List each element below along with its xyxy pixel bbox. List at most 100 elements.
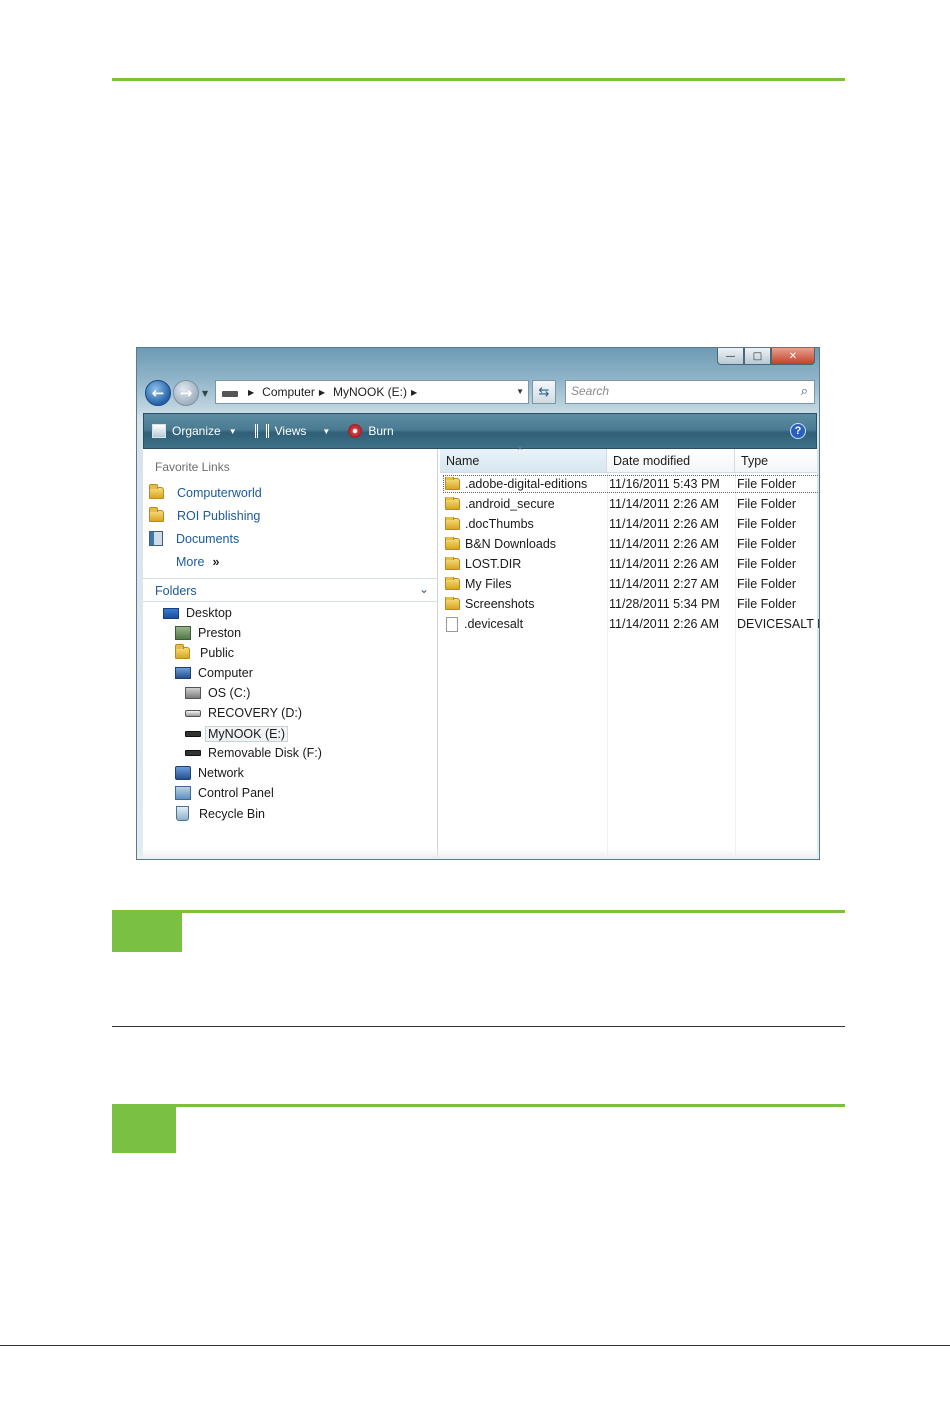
computer-icon xyxy=(175,667,191,679)
organize-button[interactable]: Organize ▼ xyxy=(152,424,237,438)
forward-arrow-icon[interactable]: → xyxy=(173,380,199,406)
folders-header[interactable]: Folders ⌄ xyxy=(143,578,437,602)
tree-item-label: Removable Disk (F:) xyxy=(208,746,322,760)
favorite-link-computerworld[interactable]: Computerworld xyxy=(149,484,262,500)
close-button[interactable]: ✕ xyxy=(771,348,815,365)
file-type: File Folder xyxy=(737,477,797,491)
user-icon xyxy=(175,626,191,640)
favorite-links-title: Favorite Links xyxy=(155,460,230,474)
explorer-window: — □ ✕ ← → ▼ ▶ Computer ▶ MyNOOK (E:) ▶ ▼… xyxy=(136,347,820,860)
burn-icon xyxy=(348,424,363,438)
table-row[interactable]: B&N Downloads 11/14/2011 2:26 AM File Fo… xyxy=(443,535,819,553)
file-type: File Folder xyxy=(737,557,797,571)
burn-label: Burn xyxy=(368,424,394,438)
tree-item-recycle-bin[interactable]: Recycle Bin xyxy=(176,806,265,821)
file-name: Screenshots xyxy=(465,597,535,611)
organize-icon xyxy=(152,424,166,438)
column-header-name[interactable]: ^ Name xyxy=(440,446,607,473)
folder-icon xyxy=(445,537,460,550)
breadcrumb-separator-icon[interactable]: ▶ xyxy=(319,388,325,397)
table-row[interactable]: Screenshots 11/28/2011 5:34 PM File Fold… xyxy=(443,595,819,613)
views-button[interactable]: Views ▼ xyxy=(254,424,331,438)
tree-item-public[interactable]: Public xyxy=(175,644,234,660)
search-icon[interactable]: ⌕ xyxy=(801,383,808,399)
file-type: DEVICESALT File xyxy=(737,617,819,631)
tree-item-computer[interactable]: Computer xyxy=(175,666,253,680)
burn-button[interactable]: Burn xyxy=(348,424,394,438)
double-chevron-icon: » xyxy=(212,555,220,569)
maximize-button[interactable]: □ xyxy=(744,348,771,365)
tree-item-removable-disk-f[interactable]: Removable Disk (F:) xyxy=(185,746,322,760)
tree-item-control-panel[interactable]: Control Panel xyxy=(175,786,274,800)
recent-pages-dropdown[interactable]: ▼ xyxy=(202,389,208,398)
tree-item-mynook-e[interactable]: MyNOOK (E:) xyxy=(185,726,289,742)
table-row[interactable]: LOST.DIR 11/14/2011 2:26 AM File Folder xyxy=(443,555,819,573)
more-links-button[interactable]: More » xyxy=(176,555,219,569)
address-dropdown-icon[interactable]: ▼ xyxy=(516,387,524,396)
file-type: File Folder xyxy=(737,577,797,591)
top-green-rule xyxy=(112,78,845,81)
file-type: File Folder xyxy=(737,597,797,611)
search-placeholder: Search xyxy=(571,384,610,398)
table-row[interactable]: .devicesalt 11/14/2011 2:26 AM DEVICESAL… xyxy=(443,615,819,633)
drive-icon xyxy=(185,731,201,737)
table-row[interactable]: My Files 11/14/2011 2:27 AM File Folder xyxy=(443,575,819,593)
tree-item-preston[interactable]: Preston xyxy=(175,626,241,640)
column-header-date-modified[interactable]: Date modified xyxy=(607,449,735,473)
tree-item-label: Computer xyxy=(198,666,253,680)
breadcrumb-computer[interactable]: Computer xyxy=(262,385,315,399)
tree-item-label: OS (C:) xyxy=(208,686,251,700)
folder-icon xyxy=(175,644,190,659)
table-row[interactable]: .adobe-digital-editions 11/16/2011 5:43 … xyxy=(443,475,819,493)
folder-icon xyxy=(445,557,460,570)
back-arrow-icon[interactable]: ← xyxy=(145,380,171,406)
navigation-buttons: ← → ▼ xyxy=(145,378,208,408)
file-type: File Folder xyxy=(737,497,797,511)
tree-item-label: Recycle Bin xyxy=(199,806,265,821)
folder-icon xyxy=(445,577,460,590)
favorite-link-documents[interactable]: Documents xyxy=(149,531,239,546)
favorite-link-label: Documents xyxy=(176,531,240,546)
chevron-down-icon: ▼ xyxy=(322,426,331,436)
tree-item-os-c[interactable]: OS (C:) xyxy=(185,686,250,700)
tree-item-desktop[interactable]: Desktop xyxy=(163,606,232,620)
section-green-rule xyxy=(112,1104,845,1107)
file-name: LOST.DIR xyxy=(465,557,522,571)
minimize-button[interactable]: — xyxy=(717,348,744,365)
help-icon[interactable]: ? xyxy=(790,423,806,439)
chevron-down-icon: ▼ xyxy=(228,426,237,436)
file-name: .devicesalt xyxy=(464,617,524,631)
organize-label: Organize xyxy=(172,424,221,438)
drive-icon xyxy=(185,709,201,717)
file-date: 11/16/2011 5:43 PM xyxy=(609,477,720,491)
tree-item-network[interactable]: Network xyxy=(175,766,244,780)
breadcrumb-separator-icon[interactable]: ▶ xyxy=(411,388,417,397)
column-header-type[interactable]: Type xyxy=(735,449,817,473)
section-green-box xyxy=(112,910,182,952)
file-list: ^ Name Date modified Type .adobe-digital… xyxy=(438,446,819,859)
file-name: .adobe-digital-editions xyxy=(465,477,588,491)
file-date: 11/14/2011 2:26 AM xyxy=(609,617,720,631)
drive-icon xyxy=(185,750,201,756)
breadcrumb-separator-icon[interactable]: ▶ xyxy=(248,388,254,397)
table-row[interactable]: .docThumbs 11/14/2011 2:26 AM File Folde… xyxy=(443,515,819,533)
favorite-link-roi-publishing[interactable]: ROI Publishing xyxy=(149,507,260,523)
desktop-icon xyxy=(163,607,179,619)
folder-icon xyxy=(445,517,460,530)
window-bottom-fade xyxy=(137,849,819,859)
search-input[interactable]: Search ⌕ xyxy=(565,380,815,404)
address-bar[interactable]: ▶ Computer ▶ MyNOOK (E:) ▶ ▼ xyxy=(215,380,529,404)
navigation-pane: Favorite Links Computerworld ROI Publish… xyxy=(143,449,438,859)
file-name: B&N Downloads xyxy=(465,537,557,551)
file-name: .docThumbs xyxy=(465,517,534,531)
folder-icon xyxy=(445,597,460,610)
tree-item-label: Desktop xyxy=(186,606,232,620)
tree-item-recovery-d[interactable]: RECOVERY (D:) xyxy=(185,706,302,720)
file-name: .android_secure xyxy=(465,497,555,511)
control-panel-icon xyxy=(175,786,191,800)
breadcrumb-mynook[interactable]: MyNOOK (E:) xyxy=(333,385,407,399)
refresh-icon[interactable]: ⇆ xyxy=(532,380,556,404)
chevron-down-icon[interactable]: ⌄ xyxy=(419,582,429,596)
footer-rule xyxy=(0,1345,950,1346)
table-row[interactable]: .android_secure 11/14/2011 2:26 AM File … xyxy=(443,495,819,513)
